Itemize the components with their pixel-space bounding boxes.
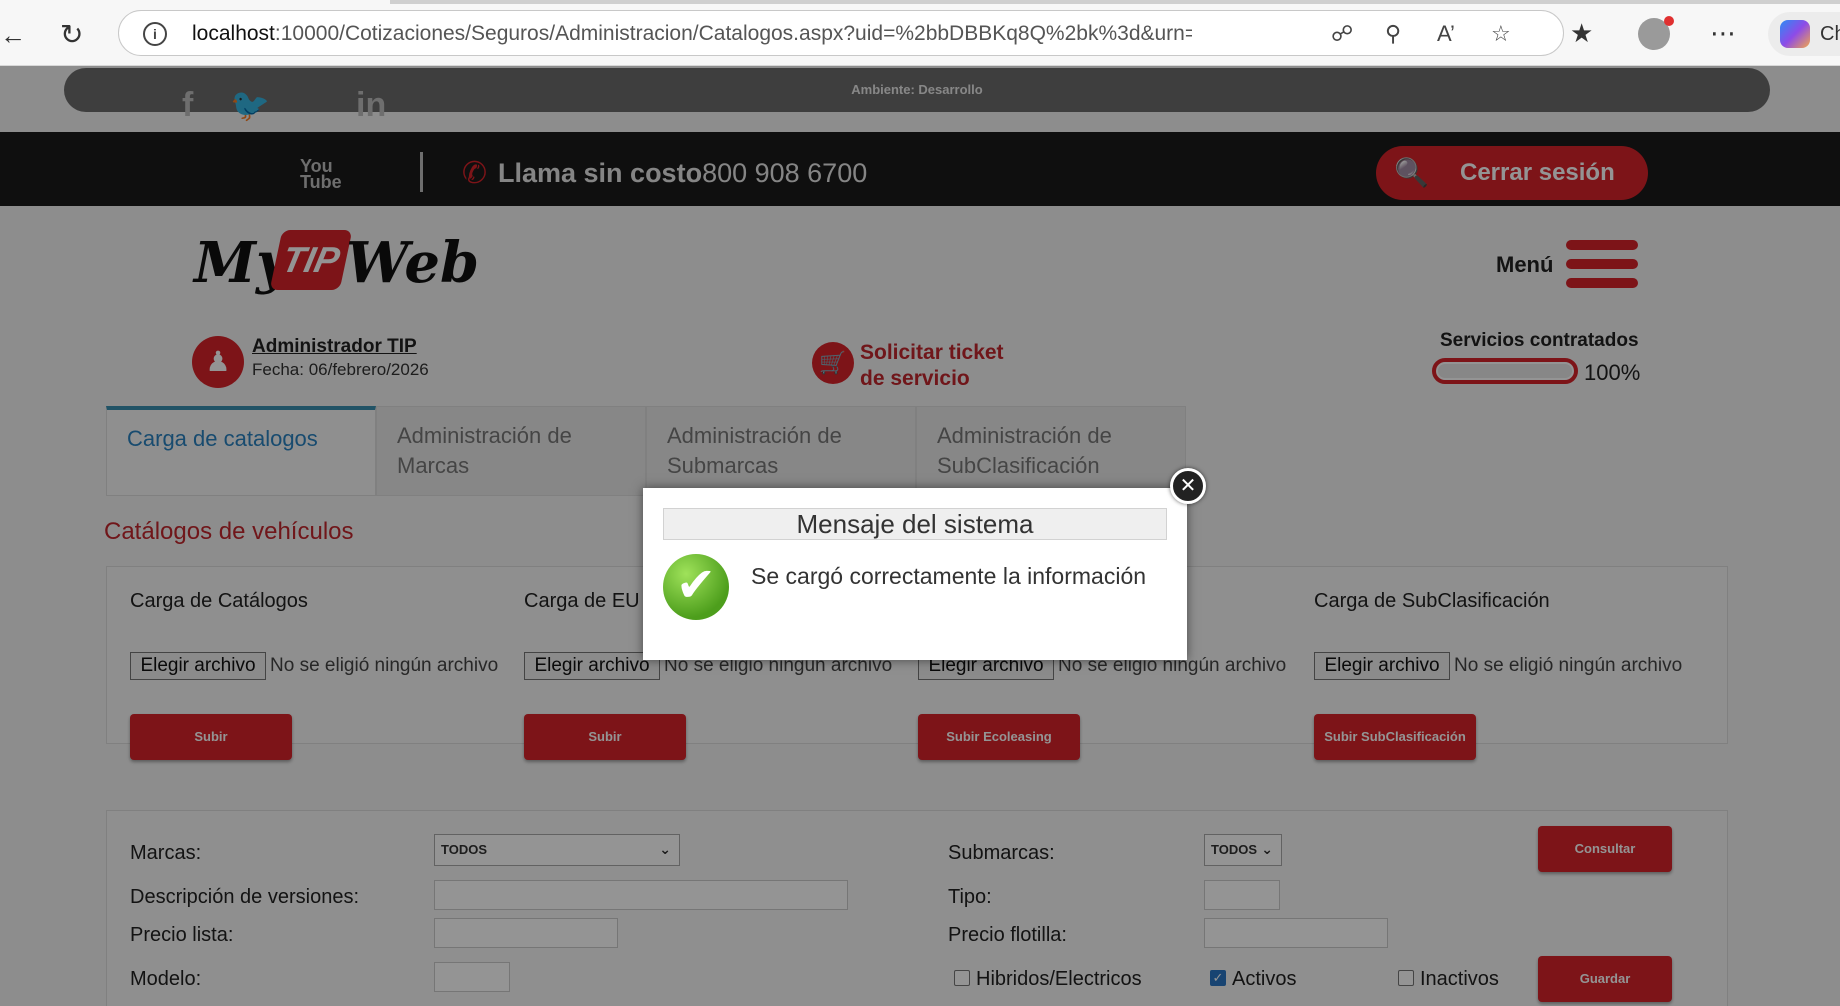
- address-bar[interactable]: i localhost:10000/Cotizaciones/Seguros/A…: [118, 10, 1564, 56]
- more-options-icon[interactable]: ⋯: [1710, 18, 1736, 49]
- copilot-button[interactable]: Ch: [1768, 12, 1840, 56]
- copilot-icon: [1780, 20, 1810, 48]
- tab-strip-edge: [390, 0, 1840, 4]
- url-text[interactable]: localhost:10000/Cotizaciones/Seguros/Adm…: [192, 22, 1192, 46]
- reload-icon[interactable]: ↻: [60, 18, 83, 51]
- read-aloud-icon[interactable]: A’: [1437, 21, 1455, 47]
- profile-avatar-icon[interactable]: [1638, 16, 1674, 50]
- url-host: localhost: [192, 22, 275, 45]
- site-info-icon[interactable]: i: [143, 22, 167, 46]
- copilot-label: Ch: [1820, 23, 1840, 45]
- close-icon[interactable]: ✕: [1170, 468, 1206, 504]
- dialog-message: Se cargó correctamente la información: [751, 563, 1147, 589]
- back-arrow-icon[interactable]: ←: [0, 20, 26, 50]
- notification-dot: [1664, 16, 1674, 26]
- success-check-icon: ✔: [663, 554, 729, 620]
- dialog-title: Mensaje del sistema: [663, 508, 1167, 540]
- zoom-out-icon[interactable]: ⚲: [1385, 21, 1401, 47]
- favorites-icon[interactable]: ★: [1570, 18, 1593, 49]
- browser-toolbar: ← ↻ i localhost:10000/Cotizaciones/Segur…: [0, 0, 1840, 66]
- favorite-star-icon[interactable]: ☆: [1491, 21, 1511, 47]
- extensions-icon[interactable]: ☍: [1331, 21, 1353, 47]
- system-message-dialog: Mensaje del sistema ✔ Se cargó correctam…: [643, 488, 1187, 660]
- url-path: :10000/Cotizaciones/Seguros/Administraci…: [274, 22, 1192, 45]
